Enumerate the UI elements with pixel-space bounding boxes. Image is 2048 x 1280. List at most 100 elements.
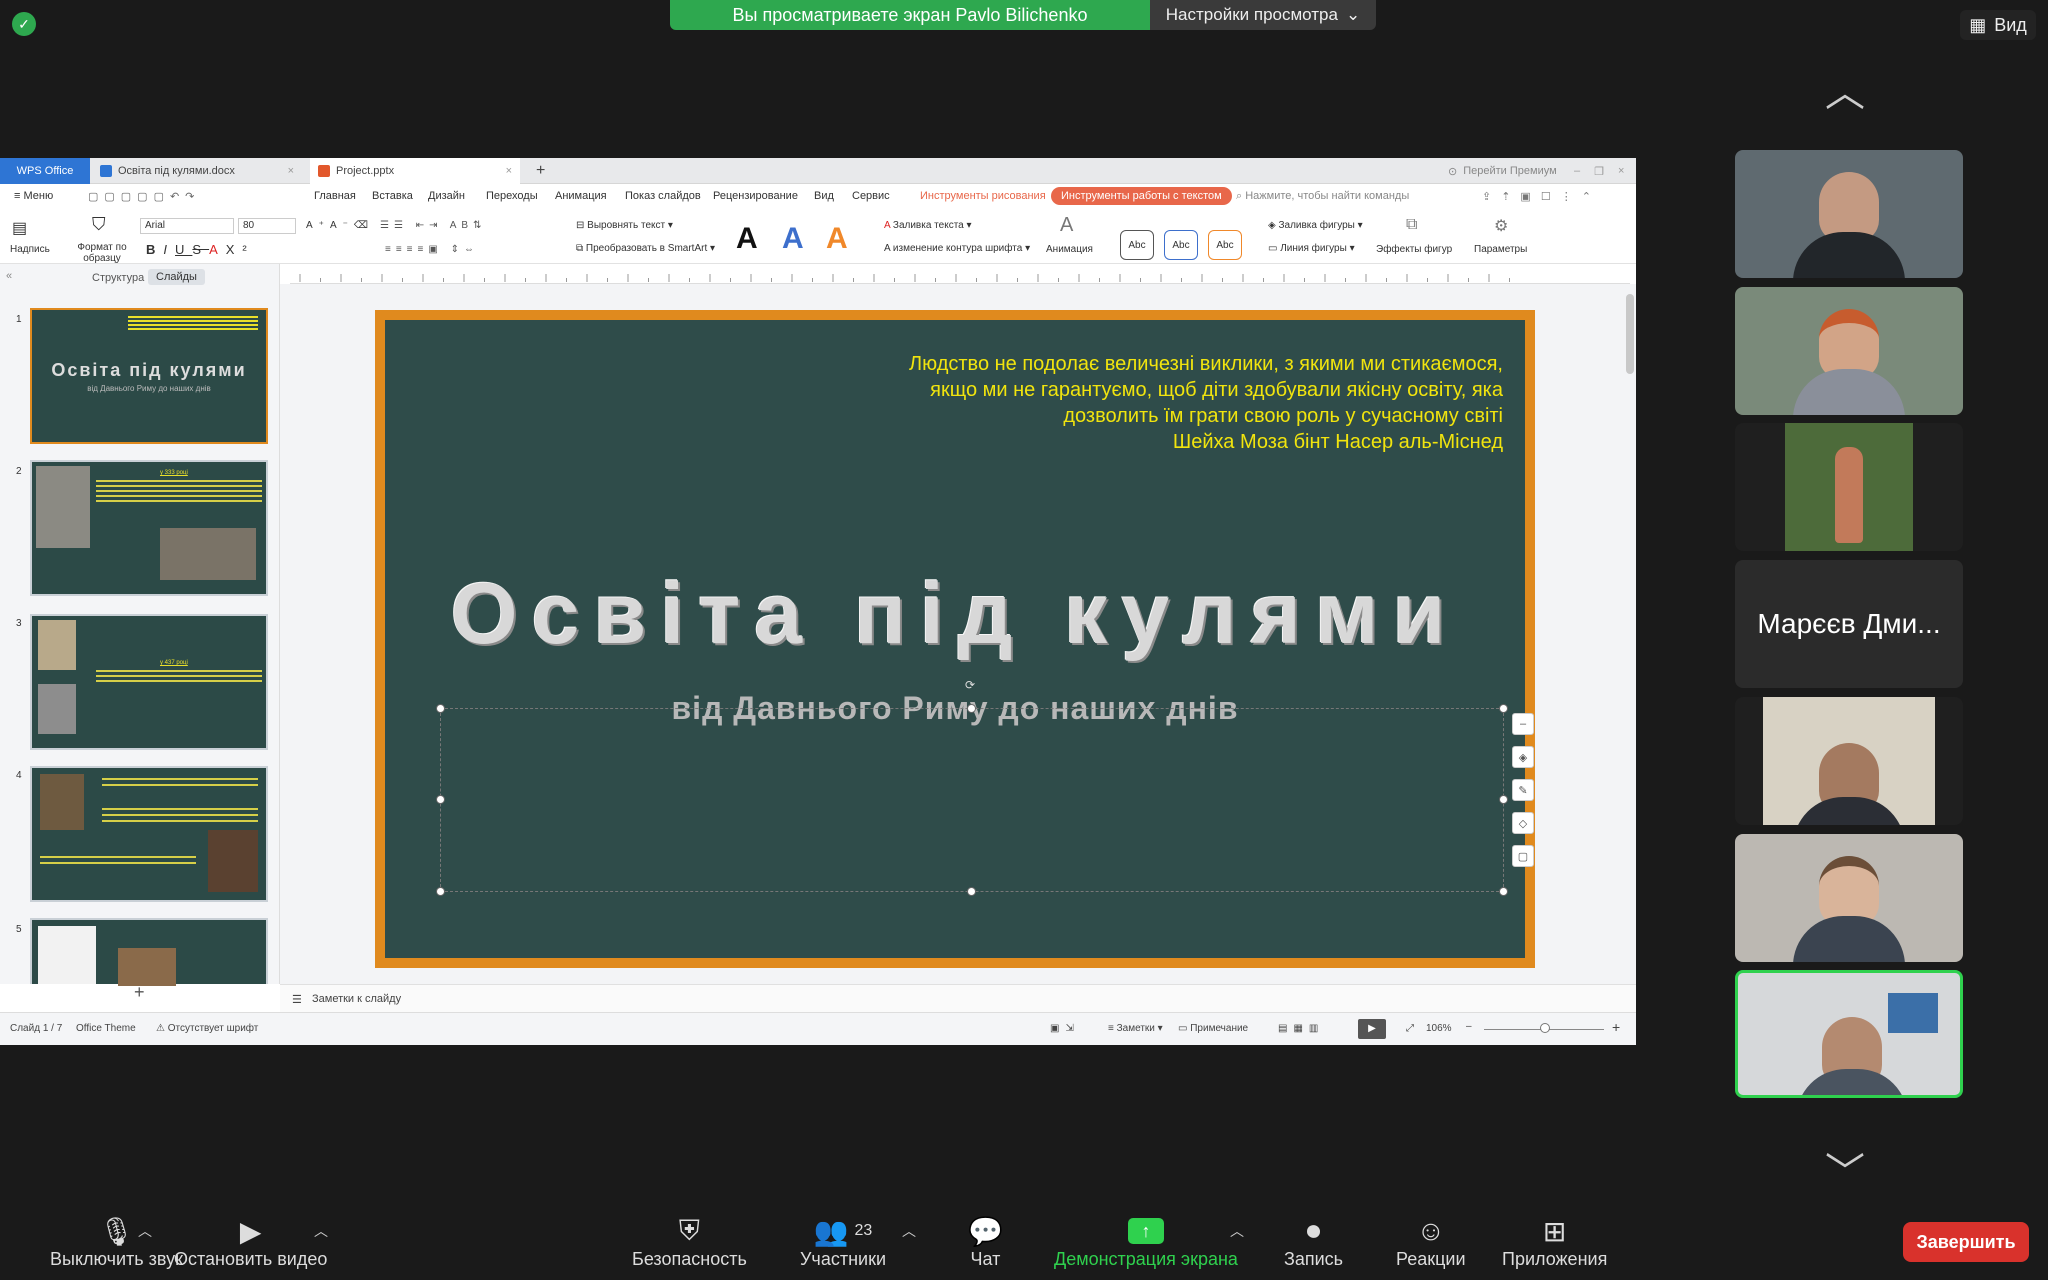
- align-text-button[interactable]: ⊟ Выровнять текст ▾: [576, 220, 673, 231]
- minimize-icon[interactable]: –: [1574, 165, 1580, 177]
- collapse-panel-icon[interactable]: «: [6, 270, 12, 282]
- tab-slideshow[interactable]: Показ слайдов: [625, 190, 701, 202]
- add-slide-plus-icon[interactable]: +: [134, 982, 145, 1003]
- chevron-up-icon[interactable]: ︿: [1230, 1221, 1244, 1241]
- zoom-level[interactable]: 106%: [1426, 1023, 1452, 1034]
- font-size-adjust-icons[interactable]: A⁺A⁻⌫: [306, 220, 374, 231]
- end-meeting-button[interactable]: Завершить: [1903, 1222, 2029, 1262]
- resize-handle[interactable]: [1499, 795, 1508, 804]
- comment-toggle[interactable]: ▭ Примечание: [1178, 1023, 1248, 1034]
- participant-video[interactable]: [1735, 423, 1963, 551]
- resize-handle[interactable]: [436, 704, 445, 713]
- resize-handle[interactable]: [436, 887, 445, 896]
- apps-button[interactable]: ⊞ Приложения: [1502, 1213, 1607, 1270]
- tab-view[interactable]: Вид: [814, 190, 834, 202]
- participant-video[interactable]: [1735, 834, 1963, 962]
- notes-toggle[interactable]: ≡ Заметки ▾: [1108, 1023, 1163, 1034]
- participant-video-self[interactable]: [1735, 970, 1963, 1098]
- participant-video[interactable]: [1735, 697, 1963, 825]
- close-icon[interactable]: ×: [288, 165, 294, 177]
- font-family-select[interactable]: Arial: [140, 218, 234, 234]
- participant-video[interactable]: [1735, 287, 1963, 415]
- chevron-up-icon[interactable]: ︿: [138, 1221, 152, 1241]
- resize-handle[interactable]: [1499, 887, 1508, 896]
- missing-font[interactable]: ⚠ Отсутствует шрифт: [156, 1023, 258, 1034]
- menu-button[interactable]: ≡ Меню: [14, 190, 53, 202]
- format-buttons[interactable]: BIUSAX²: [146, 242, 255, 257]
- tab-review[interactable]: Рецензирование: [713, 190, 798, 202]
- tab-pptx[interactable]: Project.pptx ×: [310, 158, 520, 184]
- tab-animation[interactable]: Анимация: [555, 190, 607, 202]
- tab-transitions[interactable]: Переходы: [486, 190, 538, 202]
- mute-button[interactable]: 🎙 Выключить звук: [50, 1213, 183, 1270]
- caption-button[interactable]: Надпись: [10, 244, 50, 255]
- scroll-up-chevron-icon[interactable]: ︿: [1825, 60, 1865, 118]
- zoom-out-icon[interactable]: –: [1466, 1021, 1472, 1032]
- collapse-icon[interactable]: –: [1512, 713, 1534, 735]
- text-style-blue[interactable]: A: [782, 222, 804, 256]
- participant-name-tile[interactable]: Марєєв Дми...: [1735, 560, 1963, 688]
- resize-handle[interactable]: [1499, 704, 1508, 713]
- view-button[interactable]: ▦ Вид: [1960, 10, 2036, 40]
- shape-effects-icon[interactable]: ⧉: [1406, 216, 1417, 234]
- close-icon[interactable]: ×: [506, 165, 512, 177]
- shape-style-1[interactable]: Abc: [1120, 230, 1154, 260]
- chat-button[interactable]: 💬 Чат: [968, 1213, 1003, 1270]
- tab-service[interactable]: Сервис: [852, 190, 890, 202]
- textbox-icon[interactable]: ▤: [12, 218, 27, 238]
- scroll-down-chevron-icon[interactable]: ﹀: [1825, 1140, 1865, 1198]
- vertical-scrollbar[interactable]: [1626, 294, 1634, 374]
- smartart-button[interactable]: ⧉ Преобразовать в SmartArt ▾: [576, 243, 715, 254]
- resize-handle[interactable]: [967, 704, 976, 713]
- shape-fill-button[interactable]: ◈ Заливка фигуры ▾: [1268, 220, 1363, 231]
- quick-access-icons[interactable]: ▢▢▢▢▢↶↷: [88, 190, 200, 203]
- slide-title[interactable]: Освіта під кулями: [435, 565, 1475, 664]
- slide-thumb-3[interactable]: у 437 році: [30, 614, 268, 750]
- fit-icon[interactable]: ⤢: [1406, 1023, 1414, 1034]
- command-search[interactable]: ⌕ Нажмите, чтобы найти команды: [1236, 190, 1409, 203]
- fill-icon[interactable]: ◇: [1512, 812, 1534, 834]
- list-icons[interactable]: ☰☰ ⇤⇥ AB⇅: [380, 220, 486, 231]
- tab-drawing-tools[interactable]: Инструменты рисования: [920, 190, 1046, 202]
- animation-button[interactable]: Анимация: [1046, 244, 1093, 255]
- tab-slides[interactable]: Слайды: [148, 269, 205, 285]
- slide-thumb-5[interactable]: [30, 918, 268, 986]
- text-style-black[interactable]: A: [736, 222, 758, 256]
- zoom-slider-thumb[interactable]: [1540, 1023, 1550, 1033]
- params-button[interactable]: Параметры: [1474, 244, 1527, 255]
- tab-main[interactable]: Главная: [314, 190, 356, 202]
- text-style-orange[interactable]: A: [826, 222, 848, 256]
- slide-thumb-4[interactable]: [30, 766, 268, 902]
- rotate-handle-icon[interactable]: ⟳: [965, 678, 975, 692]
- stop-video-button[interactable]: ▶︎ Остановить видео: [174, 1213, 327, 1270]
- tab-insert[interactable]: Вставка: [372, 190, 413, 202]
- shape-line-button[interactable]: ▭ Линия фигуры ▾: [1268, 243, 1355, 254]
- view-settings-button[interactable]: Настройки просмотра ⌄: [1150, 0, 1376, 30]
- participant-video[interactable]: [1735, 150, 1963, 278]
- resize-handle[interactable]: [967, 887, 976, 896]
- reactions-button[interactable]: ☺ Реакции: [1396, 1213, 1466, 1270]
- chevron-up-icon[interactable]: ︿: [314, 1221, 328, 1241]
- shape-style-3[interactable]: Abc: [1208, 230, 1242, 260]
- text-outline-button[interactable]: A изменение контура шрифта ▾: [884, 243, 1030, 254]
- participants-button[interactable]: 👥 23 Участники: [800, 1213, 886, 1270]
- restore-icon[interactable]: ❐: [1594, 165, 1604, 178]
- close-window-icon[interactable]: ×: [1618, 165, 1624, 177]
- tab-text-tools[interactable]: Инструменты работы с текстом: [1051, 187, 1232, 205]
- text-fill-button[interactable]: A Заливка текста ▾: [884, 220, 972, 231]
- share-collab-icons[interactable]: ⇪⇡▣☐⋮⌃: [1482, 190, 1601, 203]
- resize-handle[interactable]: [436, 795, 445, 804]
- font-size-select[interactable]: 80: [238, 218, 296, 234]
- shield-check-icon[interactable]: ✓: [12, 12, 36, 36]
- shape-style-2[interactable]: Abc: [1164, 230, 1198, 260]
- notes-bar[interactable]: ☰ Заметки к слайду: [280, 984, 1636, 1012]
- pen-icon[interactable]: ✎: [1512, 779, 1534, 801]
- crop-icon[interactable]: ▢: [1512, 845, 1534, 867]
- tab-doc[interactable]: Освіта під кулями.docx ×: [92, 158, 302, 184]
- format-painter-button[interactable]: Формат по образцу: [74, 242, 130, 264]
- tab-design[interactable]: Дизайн: [428, 190, 465, 202]
- record-button[interactable]: ⏺ Запись: [1284, 1213, 1343, 1270]
- tab-structure[interactable]: Структура: [92, 272, 144, 284]
- share-screen-button[interactable]: ↑ Демонстрация экрана: [1054, 1213, 1238, 1270]
- params-icon[interactable]: ⚙: [1494, 216, 1508, 236]
